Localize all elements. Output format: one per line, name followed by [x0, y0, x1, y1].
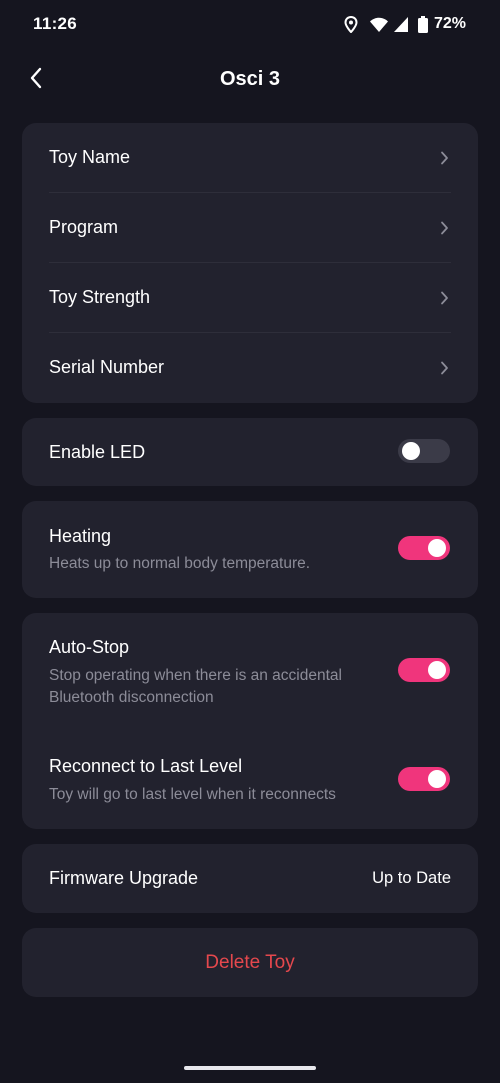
firmware-upgrade-label: Firmware Upgrade	[49, 868, 199, 888]
home-indicator[interactable]	[184, 1066, 316, 1070]
toggle-knob	[402, 442, 420, 460]
chevron-right-icon	[438, 151, 450, 165]
status-bar: 11:26 72%	[0, 0, 500, 50]
toy-strength-row[interactable]: Toy Strength	[22, 263, 478, 333]
heating-toggle[interactable]	[398, 536, 450, 560]
serial-number-row[interactable]: Serial Number	[22, 333, 478, 403]
auto-stop-label: Auto-Stop	[49, 637, 130, 657]
reconnect-description: Toy will go to last level when it reconn…	[49, 786, 336, 803]
status-time: 11:26	[33, 14, 78, 33]
chevron-right-icon	[438, 221, 450, 235]
auto-stop-toggle[interactable]	[398, 658, 450, 682]
program-row[interactable]: Program	[22, 193, 478, 263]
chevron-right-icon	[438, 291, 450, 305]
status-icons: 72%	[344, 14, 466, 34]
delete-toy-label: Delete Toy	[205, 952, 295, 973]
reconnect-toggle[interactable]	[398, 767, 450, 791]
enable-led-label: Enable LED	[49, 442, 146, 462]
toy-strength-label: Toy Strength	[49, 287, 151, 307]
enable-led-toggle[interactable]	[398, 439, 450, 463]
heating-card: Heating Heats up to normal body temperat…	[22, 501, 478, 598]
led-card: Enable LED	[22, 418, 478, 486]
chevron-right-icon	[438, 361, 450, 375]
connection-card: Auto-Stop Stop operating when there is a…	[22, 613, 478, 829]
header: Osci 3	[0, 50, 500, 110]
wifi-icon	[369, 17, 388, 32]
signal-icon	[393, 16, 408, 32]
serial-number-label: Serial Number	[49, 357, 165, 377]
toy-name-row[interactable]: Toy Name	[22, 123, 478, 193]
location-icon	[344, 15, 358, 33]
page-title: Osci 3	[219, 68, 281, 90]
heating-description: Heats up to normal body temperature.	[49, 555, 311, 572]
program-label: Program	[49, 217, 119, 237]
delete-toy-button[interactable]: Delete Toy	[22, 928, 478, 997]
toggle-knob	[428, 539, 446, 557]
toggle-knob	[428, 770, 446, 788]
toy-settings-card: Toy Name Program Toy Strength Serial Num…	[22, 123, 478, 403]
battery-icon	[417, 15, 428, 33]
battery-percentage: 72%	[433, 15, 466, 32]
toggle-knob	[428, 661, 446, 679]
heating-label: Heating	[49, 526, 112, 546]
firmware-card[interactable]: Firmware Upgrade Up to Date	[22, 844, 478, 913]
reconnect-label: Reconnect to Last Level	[49, 756, 243, 776]
toy-name-label: Toy Name	[49, 147, 131, 167]
auto-stop-description: Stop operating when there is an accident…	[49, 667, 342, 706]
firmware-status: Up to Date	[372, 869, 451, 887]
